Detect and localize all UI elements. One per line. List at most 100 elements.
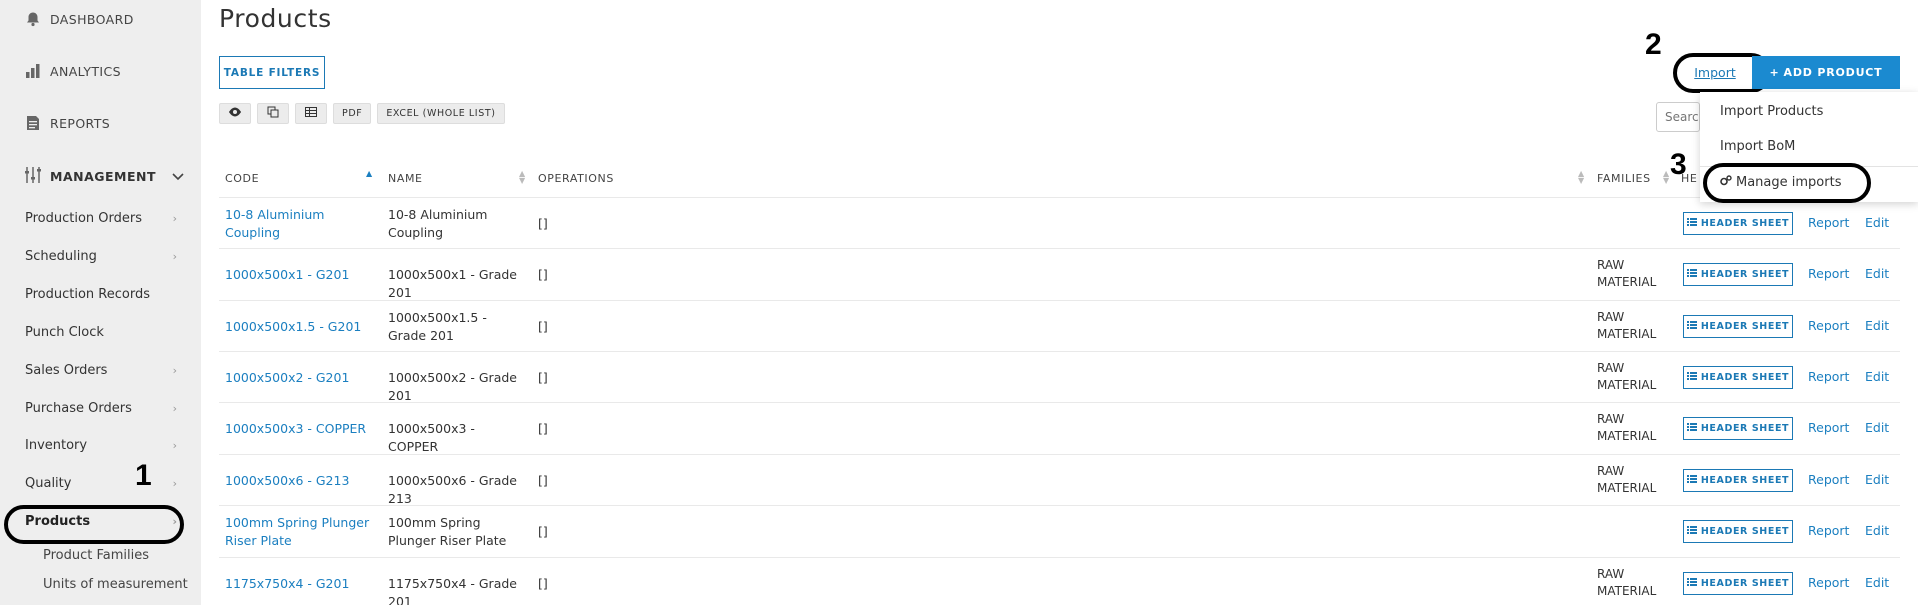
table-filters-button[interactable]: TABLE FILTERS	[219, 56, 325, 89]
column-header-families[interactable]: FAMILIES	[1597, 172, 1651, 185]
product-family: RAW MATERIAL	[1597, 567, 1657, 598]
sidebar-subitem-product-families[interactable]: Product Families	[43, 548, 149, 563]
nav-reports-label: REPORTS	[50, 115, 111, 131]
product-code-link[interactable]: 100mm Spring Plunger Riser Plate	[225, 514, 375, 550]
header-sheet-button[interactable]: HEADER SHEET	[1683, 315, 1793, 338]
product-operations: []	[538, 370, 548, 385]
sidebar-item-label: Inventory	[25, 438, 88, 453]
header-sheet-button[interactable]: HEADER SHEET	[1683, 572, 1793, 595]
product-code-link[interactable]: 1000x500x1 - G201	[225, 266, 375, 284]
product-code-link[interactable]: 1000x500x2 - G201	[225, 369, 375, 387]
sidebar-item-production-orders[interactable]: Production Orders ›	[25, 211, 177, 226]
sidebar-item-punch-clock[interactable]: Punch Clock	[25, 325, 177, 340]
product-family: RAW MATERIAL	[1597, 412, 1657, 443]
table-icon	[305, 107, 317, 120]
excel-export-button[interactable]: EXCEL (WHOLE LIST)	[377, 103, 505, 124]
list-icon	[1686, 372, 1697, 383]
table-row: 1000x500x1.5 - G201 1000x500x1.5 - Grade …	[219, 300, 1900, 352]
header-sheet-button[interactable]: HEADER SHEET	[1683, 366, 1793, 389]
product-code-link[interactable]: 1000x500x1.5 - G201	[225, 318, 375, 336]
table-row: 1000x500x2 - G201 1000x500x2 - Grade 201 […	[219, 351, 1900, 403]
report-link[interactable]: Report	[1808, 266, 1849, 281]
chevron-right-icon: ›	[172, 364, 177, 377]
sidebar-item-inventory[interactable]: Inventory ›	[25, 438, 177, 453]
list-icon	[1686, 218, 1697, 229]
report-link[interactable]: Report	[1808, 575, 1849, 590]
column-header-name[interactable]: NAME	[388, 172, 423, 185]
product-family: RAW MATERIAL	[1597, 310, 1657, 341]
product-name: 1000x500x3 - COPPER	[388, 421, 475, 454]
product-operations: []	[538, 421, 548, 436]
nav-management[interactable]: MANAGEMENT	[24, 166, 184, 187]
product-operations: []	[538, 473, 548, 488]
product-code-link[interactable]: 1000x500x3 - COPPER	[225, 420, 375, 438]
menu-item-import-bom[interactable]: Import BoM	[1720, 139, 1795, 154]
sidebar-subitem-units-of-measurement[interactable]: Units of measurement	[43, 577, 188, 592]
product-operations: []	[538, 267, 548, 282]
nav-analytics[interactable]: ANALYTICS	[24, 62, 121, 80]
header-sheet-button[interactable]: HEADER SHEET	[1683, 417, 1793, 440]
sidebar-item-scheduling[interactable]: Scheduling ›	[25, 249, 177, 264]
edit-link[interactable]: Edit	[1865, 575, 1889, 590]
add-product-button[interactable]: + ADD PRODUCT	[1752, 56, 1900, 89]
edit-link[interactable]: Edit	[1865, 523, 1889, 538]
column-visibility-button[interactable]	[219, 103, 251, 124]
sidebar-item-purchase-orders[interactable]: Purchase Orders ›	[25, 401, 177, 416]
table-row: 1000x500x3 - COPPER 1000x500x3 - COPPER []…	[219, 402, 1900, 454]
sidebar-item-label: Quality	[25, 476, 72, 491]
pdf-export-button[interactable]: PDF	[333, 103, 372, 124]
product-code-link[interactable]: 10-8 Aluminium Coupling	[225, 206, 375, 242]
step-2-label: 2	[1645, 28, 1662, 61]
report-link[interactable]: Report	[1808, 215, 1849, 230]
sidebar-item-production-records[interactable]: Production Records	[25, 287, 177, 302]
sidebar-item-label: Scheduling	[25, 249, 97, 264]
header-sheet-label: HEADER SHEET	[1700, 218, 1790, 229]
edit-link[interactable]: Edit	[1865, 215, 1889, 230]
edit-link[interactable]: Edit	[1865, 318, 1889, 333]
sidebar-item-sales-orders[interactable]: Sales Orders ›	[25, 363, 177, 378]
column-header-operations[interactable]: OPERATIONS	[538, 172, 614, 185]
header-sheet-button[interactable]: HEADER SHEET	[1683, 263, 1793, 286]
report-link[interactable]: Report	[1808, 523, 1849, 538]
header-sheet-button[interactable]: HEADER SHEET	[1683, 520, 1793, 543]
sort-ascending-icon: ▲	[366, 169, 373, 178]
list-icon	[1686, 475, 1697, 486]
list-icon	[1686, 578, 1697, 589]
product-operations: []	[538, 524, 548, 539]
product-name: 100mm Spring Plunger Riser Plate	[388, 515, 507, 548]
search-input[interactable]	[1656, 102, 1700, 132]
product-code-link[interactable]: 1000x500x6 - G213	[225, 472, 375, 490]
header-sheet-button[interactable]: HEADER SHEET	[1683, 212, 1793, 235]
menu-item-import-products[interactable]: Import Products	[1720, 104, 1823, 119]
sort-icon: ▲ ▼	[519, 169, 526, 185]
edit-link[interactable]: Edit	[1865, 266, 1889, 281]
product-family: RAW MATERIAL	[1597, 258, 1657, 289]
product-name: 1000x500x2 - Grade 201	[388, 370, 517, 403]
sidebar-item-label: Production Records	[25, 287, 150, 302]
management-icon	[24, 166, 42, 187]
nav-analytics-label: ANALYTICS	[50, 63, 121, 79]
sidebar-item-label: Punch Clock	[25, 325, 104, 340]
product-name: 1000x500x1 - Grade 201	[388, 267, 517, 300]
sidebar-item-quality[interactable]: Quality ›	[25, 476, 177, 491]
header-sheet-button[interactable]: HEADER SHEET	[1683, 469, 1793, 492]
table-view-button[interactable]	[295, 103, 327, 124]
product-operations: []	[538, 216, 548, 231]
nav-reports[interactable]: REPORTS	[24, 114, 110, 132]
chevron-right-icon: ›	[172, 439, 177, 452]
edit-link[interactable]: Edit	[1865, 472, 1889, 487]
product-code-link[interactable]: 1175x750x4 - G201	[225, 575, 375, 593]
header-sheet-label: HEADER SHEET	[1700, 475, 1790, 486]
report-link[interactable]: Report	[1808, 420, 1849, 435]
nav-dashboard[interactable]: DASHBOARD	[24, 10, 134, 28]
edit-link[interactable]: Edit	[1865, 369, 1889, 384]
report-icon	[24, 114, 42, 132]
chevron-right-icon: ›	[172, 212, 177, 225]
copy-button[interactable]	[257, 103, 289, 124]
report-link[interactable]: Report	[1808, 369, 1849, 384]
column-header-code[interactable]: CODE	[225, 172, 259, 185]
report-link[interactable]: Report	[1808, 318, 1849, 333]
report-link[interactable]: Report	[1808, 472, 1849, 487]
table-toolbar: PDF EXCEL (WHOLE LIST)	[219, 103, 505, 124]
edit-link[interactable]: Edit	[1865, 420, 1889, 435]
